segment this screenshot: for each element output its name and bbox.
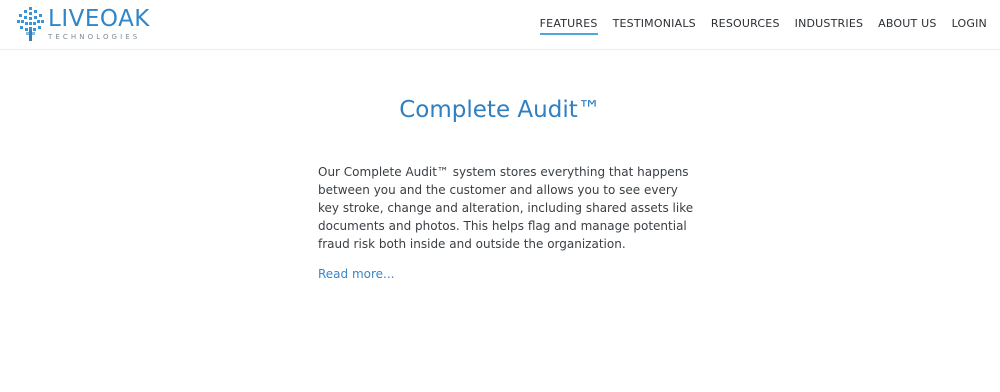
nav-item-features[interactable]: FEATURES: [539, 17, 598, 35]
nav-item-about-us[interactable]: ABOUT US: [878, 17, 936, 35]
feature-description: Our Complete Audit™ system stores everyt…: [318, 165, 694, 251]
logo-text: LIVEOAK TECHNOLOGIES: [48, 5, 150, 41]
read-more-link[interactable]: Read more...: [318, 267, 395, 281]
nav-item-login[interactable]: LOGIN: [952, 17, 987, 35]
page-title: Complete Audit™: [399, 97, 601, 123]
nav-item-resources[interactable]: RESOURCES: [711, 17, 780, 35]
liveoak-tree-grid-icon: [17, 7, 44, 41]
nav-item-testimonials[interactable]: TESTIMONIALS: [613, 17, 696, 35]
main-nav: FEATURES TESTIMONIALS RESOURCES INDUSTRI…: [525, 17, 987, 35]
logo-name: LIVEOAK: [48, 5, 150, 32]
logo-subtitle: TECHNOLOGIES: [48, 32, 141, 41]
logo-link[interactable]: LIVEOAK TECHNOLOGIES: [17, 6, 150, 42]
site-header: LIVEOAK TECHNOLOGIES FEATURES TESTIMONIA…: [0, 0, 1000, 50]
nav-item-industries[interactable]: INDUSTRIES: [795, 17, 864, 35]
